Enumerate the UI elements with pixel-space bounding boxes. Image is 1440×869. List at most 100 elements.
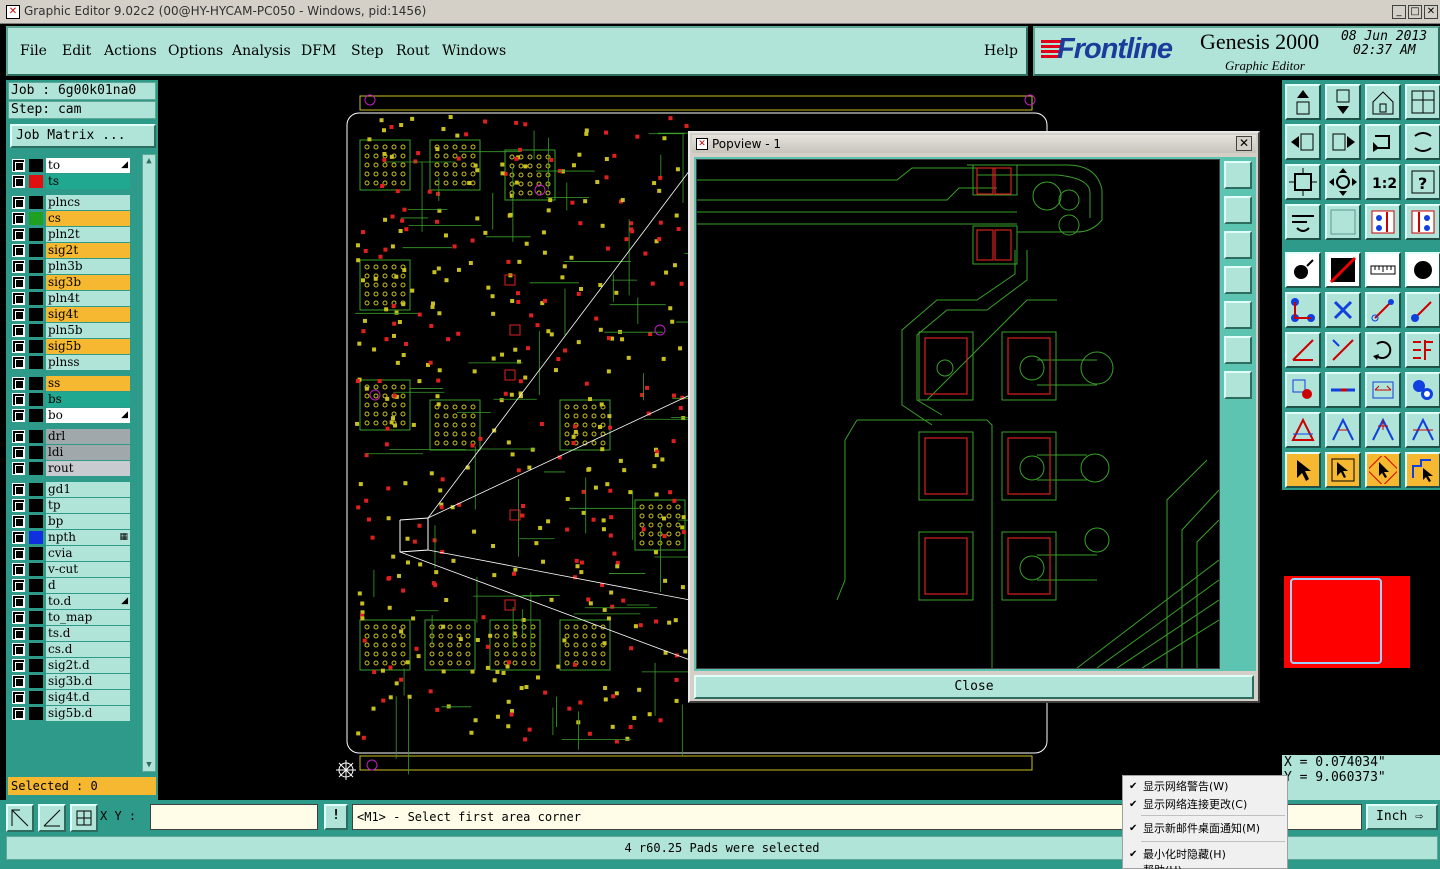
layer-checkbox[interactable]: [12, 324, 25, 337]
layer-row-tp[interactable]: tp: [10, 498, 142, 513]
layer-color-swatch[interactable]: [29, 340, 43, 353]
layer-checkbox[interactable]: [12, 228, 25, 241]
layer-name[interactable]: tp: [46, 498, 130, 513]
menu-rout[interactable]: Rout: [396, 43, 430, 59]
layer-scrollbar[interactable]: ▲ ▼: [142, 154, 156, 772]
layer-row-to[interactable]: to ◢: [10, 158, 142, 173]
layer-row-gd1[interactable]: gd1: [10, 482, 142, 497]
layer-row-plncs[interactable]: plncs: [10, 195, 142, 210]
layer-name[interactable]: ts: [46, 174, 130, 189]
layer-row-bs[interactable]: bs: [10, 392, 142, 407]
layer-name[interactable]: bs: [46, 392, 130, 407]
window-icon[interactable]: [1405, 84, 1440, 120]
move-icon[interactable]: [1365, 292, 1401, 328]
layer-color-swatch[interactable]: [29, 563, 43, 576]
select2-icon[interactable]: [1365, 452, 1401, 488]
home-icon[interactable]: [1365, 84, 1401, 120]
layer-name[interactable]: pln2t: [46, 227, 130, 242]
layer-name[interactable]: ss: [46, 376, 130, 391]
layer-color-swatch[interactable]: [29, 196, 43, 209]
attr-icon[interactable]: [1285, 372, 1321, 408]
layer-row-sig4t[interactable]: sig4t: [10, 307, 142, 322]
popview-tool-right-icon[interactable]: [1224, 301, 1252, 329]
layer-row-to-map[interactable]: to_map: [10, 610, 142, 625]
fit-icon[interactable]: [1285, 164, 1321, 200]
layer-checkbox[interactable]: [12, 531, 25, 544]
layer-color-swatch[interactable]: [29, 409, 43, 422]
layer-row-to-d[interactable]: to.d ◢: [10, 594, 142, 609]
layer-color-swatch[interactable]: [29, 377, 43, 390]
triangle-icon[interactable]: [1285, 412, 1321, 448]
layer-name[interactable]: cs: [46, 211, 130, 226]
layer-color-swatch[interactable]: [29, 659, 43, 672]
layer-row-npth[interactable]: npth ▦: [10, 530, 142, 545]
peak-icon[interactable]: [1325, 412, 1361, 448]
layer-row-bp[interactable]: bp: [10, 514, 142, 529]
menu-options[interactable]: Options: [168, 43, 223, 59]
delete-icon[interactable]: [1325, 292, 1361, 328]
layer-row-pln2t[interactable]: pln2t: [10, 227, 142, 242]
layer-row-sig5b[interactable]: sig5b: [10, 339, 142, 354]
layer-row-pln3b[interactable]: pln3b: [10, 259, 142, 274]
layer-color-swatch[interactable]: [29, 483, 43, 496]
context-menu-item[interactable]: ✔ 显示新邮件桌面通知(M): [1123, 820, 1287, 838]
maximize-button[interactable]: □: [1408, 5, 1422, 19]
layer-color-swatch[interactable]: [29, 212, 43, 225]
layer-name[interactable]: pln5b: [46, 323, 130, 338]
layer-name[interactable]: ts.d: [46, 626, 130, 641]
layer-row-pln5b[interactable]: pln5b: [10, 323, 142, 338]
layer-row-cs[interactable]: cs: [10, 211, 142, 226]
snap-icon[interactable]: [1365, 204, 1401, 240]
layer-row-sig4t-d[interactable]: sig4t.d: [10, 690, 142, 705]
popview-tool-up-icon[interactable]: [1224, 196, 1252, 224]
layer-color-swatch[interactable]: [29, 228, 43, 241]
layer-checkbox[interactable]: [12, 515, 25, 528]
layer-checkbox[interactable]: [12, 308, 25, 321]
angle-mode-icon[interactable]: [38, 804, 66, 832]
layer-checkbox[interactable]: [12, 643, 25, 656]
popview-title-bar[interactable]: ✕ Popview - 1 ✕: [692, 135, 1256, 153]
ruler-icon[interactable]: [1365, 252, 1401, 288]
layer-row-cvia[interactable]: cvia: [10, 546, 142, 561]
layer-checkbox[interactable]: [12, 292, 25, 305]
layer-checkbox[interactable]: [12, 175, 25, 188]
popview-tool-window-icon[interactable]: [1224, 161, 1252, 189]
layer-checkbox[interactable]: [12, 627, 25, 640]
dot-icon[interactable]: [1405, 252, 1440, 288]
layer-checkbox[interactable]: [12, 611, 25, 624]
layer-checkbox[interactable]: [12, 212, 25, 225]
redraw-icon[interactable]: [1405, 124, 1440, 160]
layer-name[interactable]: plncs: [46, 195, 130, 210]
peak2-icon[interactable]: [1365, 412, 1401, 448]
popview-close-x-button[interactable]: ✕: [1236, 136, 1252, 151]
layer-name[interactable]: sig3b.d: [46, 674, 130, 689]
layer-checkbox[interactable]: [12, 691, 25, 704]
job-matrix-button[interactable]: Job Matrix ...: [10, 124, 156, 148]
layer-checkbox[interactable]: [12, 547, 25, 560]
layer-row-drl[interactable]: drl: [10, 429, 142, 444]
layer-color-swatch[interactable]: [29, 547, 43, 560]
close-window-button[interactable]: ✕: [1424, 5, 1438, 19]
menu-help[interactable]: Help: [984, 43, 1018, 59]
zoom-back-icon[interactable]: [1365, 124, 1401, 160]
layer-checkbox[interactable]: [12, 196, 25, 209]
peak3-icon[interactable]: [1405, 412, 1440, 448]
snap-mode-icon[interactable]: [6, 804, 34, 832]
layer-color-swatch[interactable]: [29, 611, 43, 624]
layer-color-swatch[interactable]: [29, 531, 43, 544]
layer-name[interactable]: to.d ◢: [46, 594, 130, 609]
layer-name[interactable]: plnss: [46, 355, 130, 370]
layer-checkbox[interactable]: [12, 159, 25, 172]
grid-icon[interactable]: [1325, 204, 1361, 240]
layer-name[interactable]: pln3b: [46, 259, 130, 274]
resize-icon[interactable]: [1365, 372, 1401, 408]
layer-row-cs-d[interactable]: cs.d: [10, 642, 142, 657]
menu-windows[interactable]: Windows: [442, 43, 506, 59]
layer-checkbox[interactable]: [12, 579, 25, 592]
layer-row-pln4t[interactable]: pln4t: [10, 291, 142, 306]
context-menu-item[interactable]: ✔ 显示网络警告(W): [1123, 778, 1287, 796]
layer-checkbox[interactable]: [12, 499, 25, 512]
layer-name[interactable]: sig4t: [46, 307, 130, 322]
slash-icon[interactable]: [1325, 252, 1361, 288]
layer-color-swatch[interactable]: [29, 691, 43, 704]
